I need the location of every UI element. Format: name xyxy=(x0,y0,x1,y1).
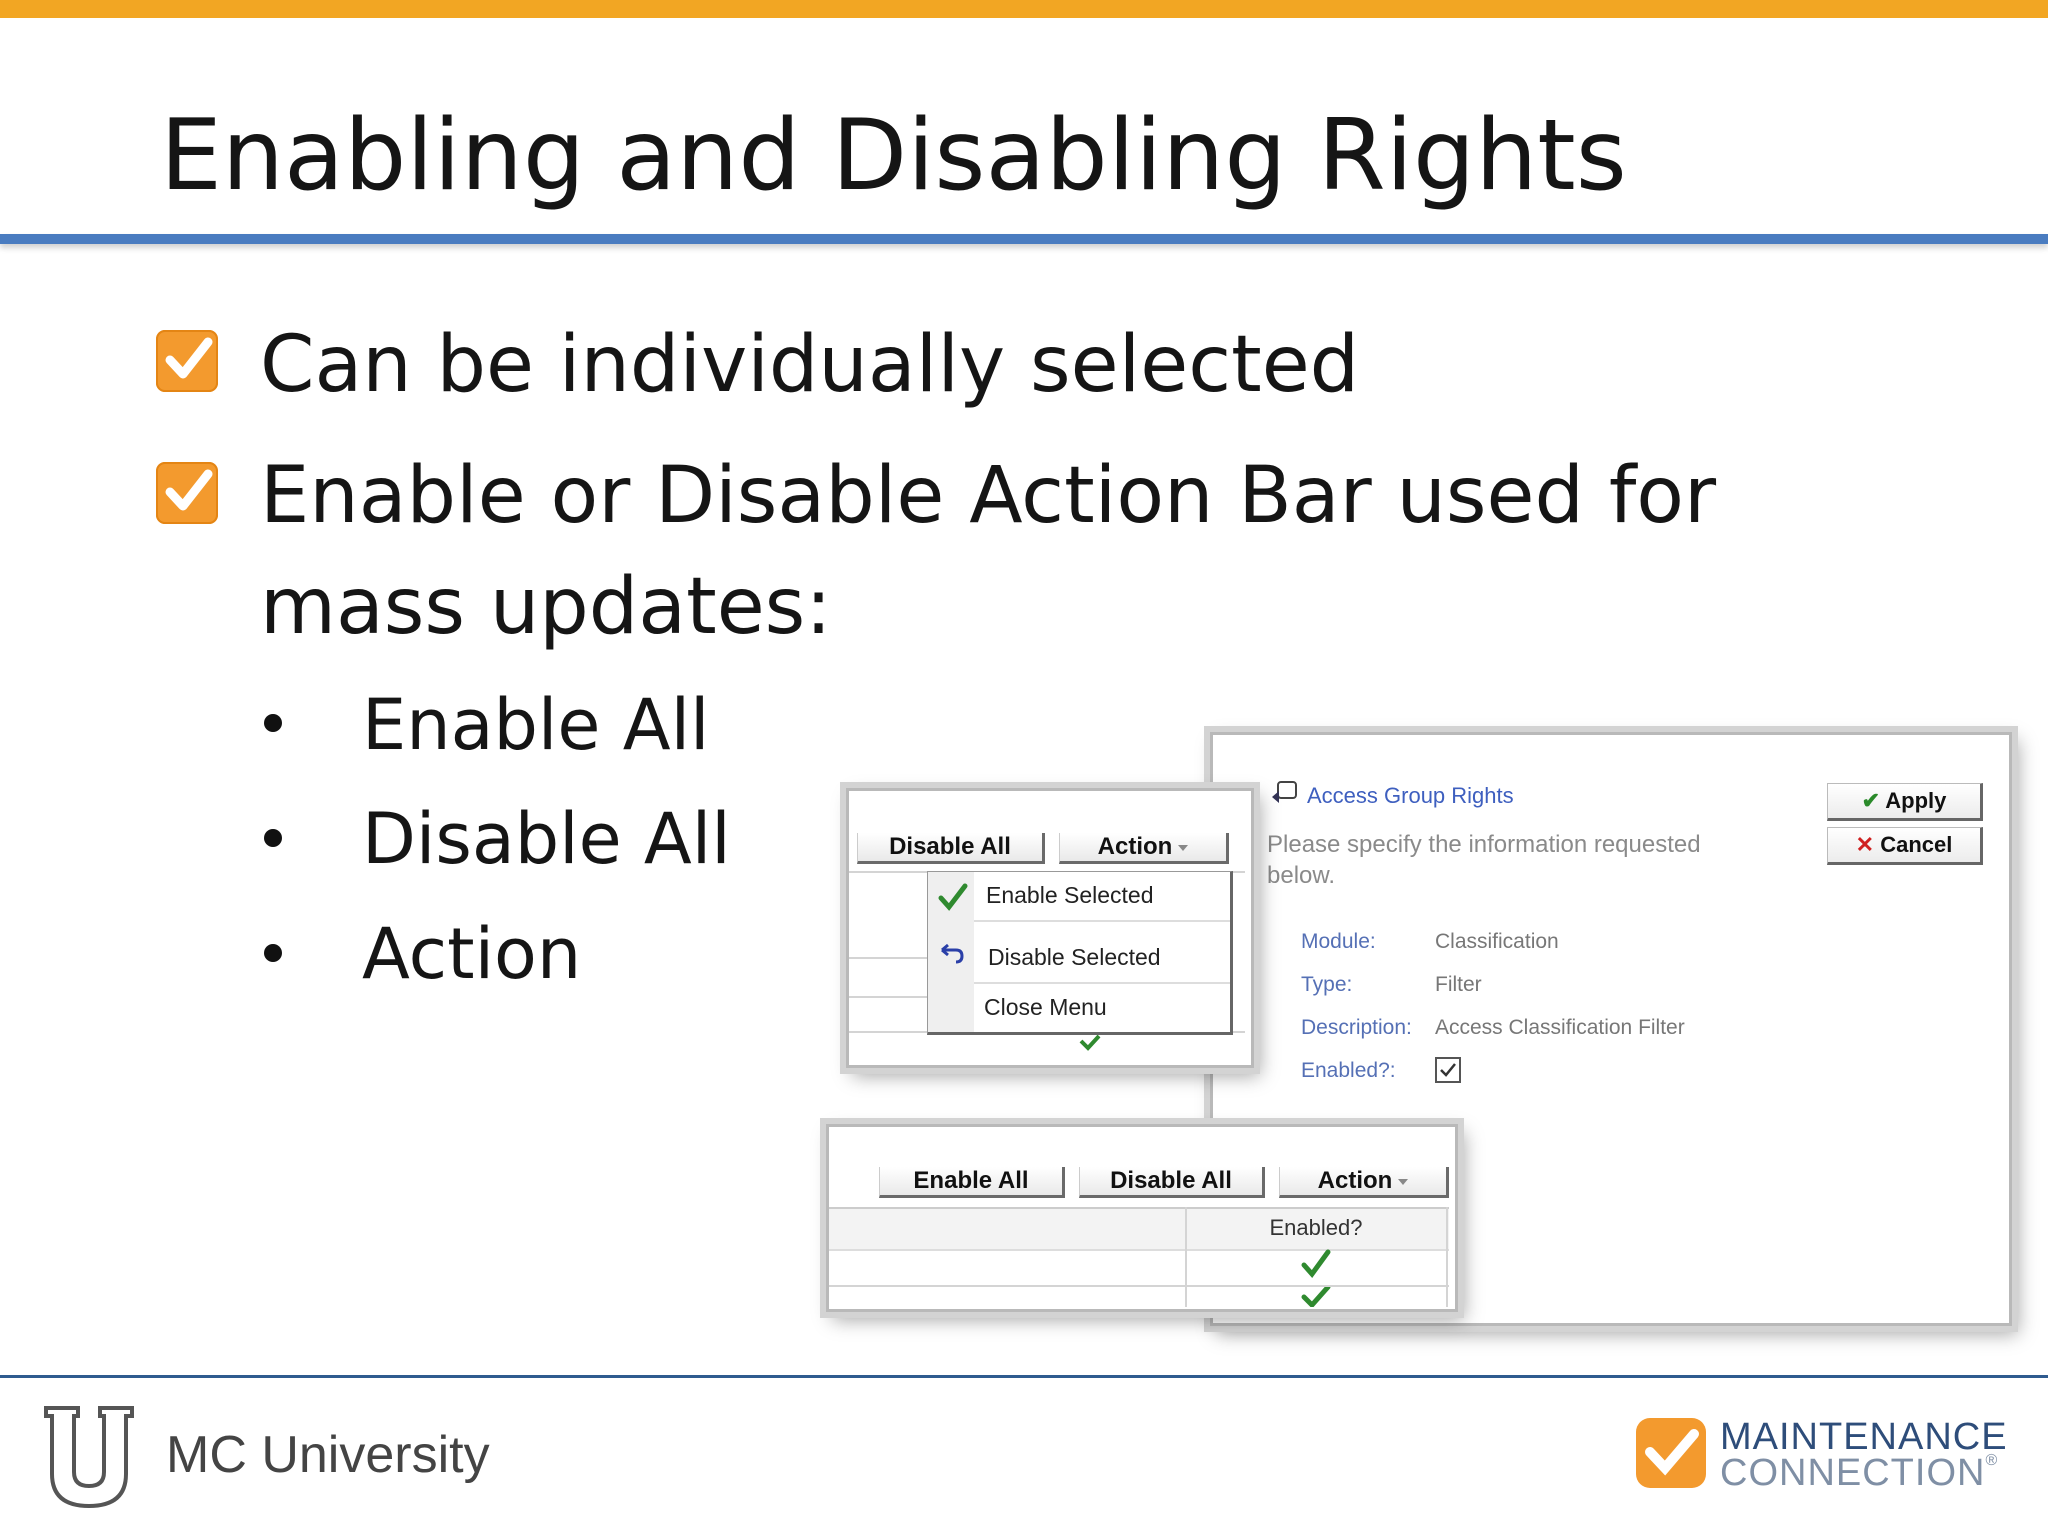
menu-separator xyxy=(974,920,1230,922)
mc-university-logo xyxy=(42,1404,136,1514)
disable-all-button[interactable]: Disable All xyxy=(857,833,1045,864)
grid-row-divider xyxy=(849,996,929,998)
cancel-button[interactable]: ✕ Cancel xyxy=(1827,827,1983,865)
grid-row-divider xyxy=(829,1285,1449,1287)
field-label: Description: xyxy=(1301,1016,1412,1039)
bullet-dot xyxy=(264,944,282,962)
field-value: Access Classification Filter xyxy=(1435,1016,1685,1039)
field-label: Type: xyxy=(1301,973,1353,996)
university-label: MC University xyxy=(166,1426,490,1484)
action-dropdown-button[interactable]: Action xyxy=(1279,1167,1449,1198)
bullet-text: mass updates: xyxy=(260,562,832,652)
bullet-dot xyxy=(264,714,282,732)
footer-divider xyxy=(0,1375,2048,1378)
menu-separator xyxy=(974,982,1230,984)
bullet-text: Enable or Disable Action Bar used for xyxy=(260,451,1717,541)
sub-bullet-text: Enable All xyxy=(362,684,710,766)
dialog-instructions: Please specify the information requested xyxy=(1267,831,1701,858)
dialog-icon xyxy=(1269,779,1299,811)
action-menu-panel: Disable All Action Enable Selected Disab… xyxy=(846,788,1254,1068)
close-icon: ✕ xyxy=(1855,832,1875,857)
check-icon xyxy=(1301,1249,1331,1283)
checkbox-bullet-icon xyxy=(156,330,218,392)
check-icon: ✔ xyxy=(1861,788,1880,813)
check-icon xyxy=(1440,1063,1456,1077)
top-accent-bar xyxy=(0,0,2048,18)
menu-item-close-menu[interactable]: Close Menu xyxy=(984,994,1107,1021)
disable-all-button[interactable]: Disable All xyxy=(1079,1167,1265,1198)
field-value: Classification xyxy=(1435,930,1559,953)
field-label: Module: xyxy=(1301,930,1376,953)
action-menu: Enable Selected Disable Selected Close M… xyxy=(927,871,1233,1035)
check-icon xyxy=(1301,1284,1331,1311)
chevron-down-icon xyxy=(1178,844,1189,851)
title-divider xyxy=(0,234,2048,244)
slide-title: Enabling and Disabling Rights xyxy=(160,99,1627,213)
enable-all-button[interactable]: Enable All xyxy=(879,1167,1065,1198)
chevron-down-icon xyxy=(1398,1178,1409,1185)
action-dropdown-button[interactable]: Action xyxy=(1059,833,1229,864)
action-bar-panel: Enable All Disable All Action Enabled? xyxy=(826,1124,1458,1312)
bullet-dot xyxy=(264,829,282,847)
checkbox-bullet-icon xyxy=(156,462,218,524)
apply-button[interactable]: ✔ Apply xyxy=(1827,783,1983,821)
sub-bullet-text: Action xyxy=(362,913,582,995)
menu-item-enable-selected[interactable]: Enable Selected xyxy=(986,882,1154,909)
field-value: Filter xyxy=(1435,973,1482,996)
dialog-instructions: below. xyxy=(1267,862,1336,889)
menu-item-disable-selected[interactable]: Disable Selected xyxy=(988,944,1161,971)
check-icon xyxy=(1079,1034,1101,1055)
brand-line-2: CONNECTION® xyxy=(1720,1452,1999,1494)
bullet-text: Can be individually selected xyxy=(260,320,1360,410)
enabled-checkbox[interactable] xyxy=(1435,1057,1461,1083)
dialog-title: Access Group Rights xyxy=(1307,783,1514,808)
column-header-enabled[interactable]: Enabled? xyxy=(1185,1215,1447,1241)
maintenance-connection-logo-icon xyxy=(1636,1418,1706,1488)
field-label: Enabled?: xyxy=(1301,1059,1396,1082)
sub-bullet-text: Disable All xyxy=(362,798,731,880)
grid-row-divider xyxy=(849,957,929,959)
enable-check-icon xyxy=(938,882,968,916)
undo-icon xyxy=(938,942,966,970)
